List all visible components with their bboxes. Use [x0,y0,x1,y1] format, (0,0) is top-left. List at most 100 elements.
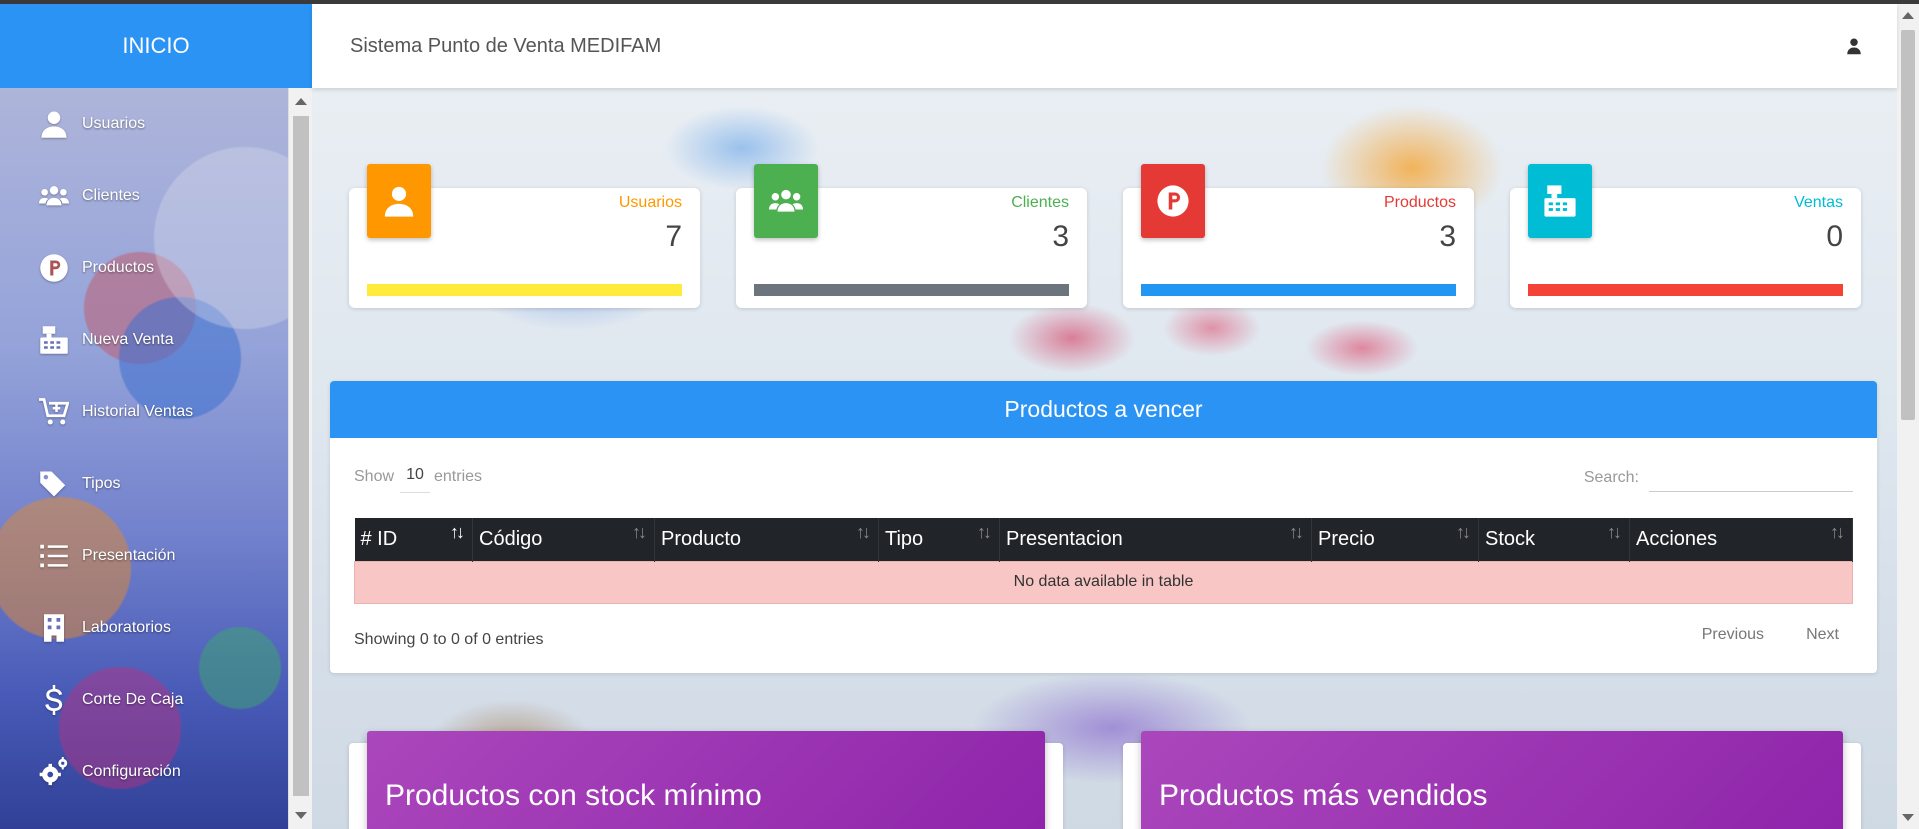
empty-table-message: No data available in table [354,560,1853,604]
building-icon [34,608,74,648]
user-menu-icon[interactable] [1845,37,1863,55]
entries-length-select[interactable]: 10 [400,466,430,493]
sort-desc-icon: ↑↓ [450,522,465,542]
scroll-up-arrow-icon[interactable] [1902,12,1914,19]
datatable-controls: Show 10 entries Search: [330,438,1877,518]
top-navbar: Sistema Punto de Venta MEDIFAM [312,4,1897,88]
sidebar-item-label: Laboratorios [82,619,171,636]
user-icon [367,164,431,238]
sidebar-item-historial-ventas[interactable]: Historial Ventas [0,376,288,448]
scrollbar-thumb[interactable] [1901,30,1915,420]
column-label: Producto [661,527,742,550]
sidebar-item-configuracion[interactable]: Configuración [0,736,288,808]
stat-value: 3 [1439,220,1456,253]
panel-title: Productos a vencer [330,381,1877,438]
search-input[interactable] [1649,460,1853,492]
panel-title: Productos con stock mínimo [367,731,1045,829]
sidebar-item-label: Historial Ventas [82,403,194,420]
search-label: Search: [1583,469,1639,486]
sidebar-item-label: Productos [82,259,155,276]
main-content: Usuarios 7 Clientes 3 Productos 3 Ventas… [312,88,1897,829]
column-label: # ID [360,527,398,550]
scrollbar-thumb[interactable] [293,116,309,796]
stat-label: Productos [1383,194,1456,211]
scroll-down-arrow-icon[interactable] [295,812,307,819]
column-label: Código [479,527,543,550]
min-stock-panel: Productos con stock mínimo [349,731,1063,829]
column-header-precio[interactable]: Precio ↑↓ [1311,518,1479,561]
table-row: No data available in table [354,560,1853,604]
stat-bar [367,284,682,296]
sidebar-item-label: Clientes [82,187,140,204]
column-header-tipo[interactable]: Tipo ↑↓ [878,518,1000,561]
expiring-products-panel: Productos a vencer Show 10 entries Searc… [330,381,1877,673]
sidebar-item-nueva-venta[interactable]: Nueva Venta [0,304,288,376]
table-header-row: # ID ↑↓ Código ↑↓ Producto ↑↓ Tipo ↑↓ Presen… [354,518,1853,561]
stat-value: 3 [1052,220,1069,253]
sidebar-item-tipos[interactable]: Tipos [0,448,288,520]
sort-icon: ↑↓ [632,522,647,542]
scroll-down-arrow-icon[interactable] [1902,814,1914,821]
column-header-stock[interactable]: Stock ↑↓ [1478,518,1630,561]
sidebar-item-label: Nueva Venta [82,331,174,348]
sidebar-item-label: Tipos [82,475,121,492]
show-label: Show [354,468,395,485]
users-icon [754,164,818,238]
sidebar-scrollbar[interactable] [288,88,312,829]
stat-label: Usuarios [618,194,682,211]
sidebar-item-presentacion[interactable]: Presentación [0,520,288,592]
stat-card-ventas[interactable]: Ventas 0 [1510,164,1861,308]
stat-card-usuarios[interactable]: Usuarios 7 [349,164,700,308]
sidebar-header-inicio[interactable]: INICIO [0,4,312,88]
sidebar-item-label: Usuarios [82,115,146,132]
cash-register-icon [1528,164,1592,238]
column-header-producto[interactable]: Producto ↑↓ [654,518,879,561]
scroll-up-arrow-icon[interactable] [295,98,307,105]
stat-bar [1141,284,1456,296]
stat-card-productos[interactable]: Productos 3 [1123,164,1474,308]
column-header-id[interactable]: # ID ↑↓ [354,518,473,561]
next-page-button[interactable]: Next [1806,626,1839,644]
stat-label: Ventas [1794,194,1843,211]
expiring-products-table: # ID ↑↓ Código ↑↓ Producto ↑↓ Tipo ↑↓ Presen… [354,518,1853,604]
best-sellers-panel: Productos más vendidos [1123,731,1861,829]
sidebar-menu-panel: Usuarios Clientes Productos Nueva Venta … [0,88,288,829]
sidebar-item-label: Configuración [82,763,181,780]
cash-register-icon [34,320,74,360]
window-scrollbar[interactable] [1897,4,1919,829]
browser-top-border [0,0,1919,4]
sort-icon: ↑↓ [1830,522,1845,542]
sidebar-item-usuarios[interactable]: Usuarios [0,88,288,160]
sidebar-item-label: Corte De Caja [82,691,184,708]
panel-title: Productos más vendidos [1141,731,1843,829]
sidebar-item-clientes[interactable]: Clientes [0,160,288,232]
sort-icon: ↑↓ [1607,522,1622,542]
previous-page-button[interactable]: Previous [1702,626,1764,644]
column-header-acciones[interactable]: Acciones ↑↓ [1629,518,1853,561]
user-icon [34,104,74,144]
stat-card-clientes[interactable]: Clientes 3 [736,164,1087,308]
sidebar-menu: Usuarios Clientes Productos Nueva Venta … [0,88,288,808]
column-label: Presentacion [1006,527,1123,550]
column-label: Stock [1485,527,1536,550]
stat-bar [754,284,1069,296]
sidebar: INICIO Usuarios Clientes Productos Nueva… [0,4,312,829]
page-title: Sistema Punto de Venta MEDIFAM [350,34,662,57]
tags-icon [34,464,74,504]
sort-icon: ↑↓ [1289,522,1304,542]
sidebar-item-laboratorios[interactable]: Laboratorios [0,592,288,664]
product-p-icon [1141,164,1205,238]
sort-icon: ↑↓ [977,522,992,542]
stat-label: Clientes [1011,194,1069,211]
cart-plus-icon [34,392,74,432]
sidebar-item-productos[interactable]: Productos [0,232,288,304]
column-header-presentacion[interactable]: Presentacion ↑↓ [999,518,1312,561]
dollar-icon [34,680,74,720]
sort-icon: ↑↓ [1456,522,1471,542]
sidebar-item-label: Presentación [82,547,176,564]
column-header-codigo[interactable]: Código ↑↓ [472,518,655,561]
entries-label: entries [434,468,483,485]
product-p-icon [34,248,74,288]
users-icon [34,176,74,216]
sidebar-item-corte-de-caja[interactable]: Corte De Caja [0,664,288,736]
